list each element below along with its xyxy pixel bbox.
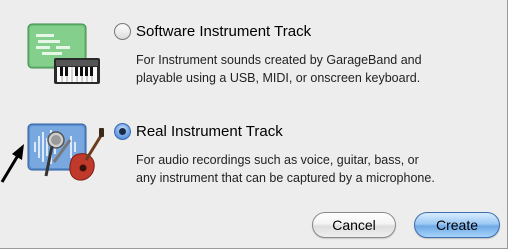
software-instrument-radio[interactable] <box>114 23 131 40</box>
software-instrument-option[interactable]: Software Instrument Track For Instrument… <box>0 14 508 104</box>
radio-selected-dot <box>119 128 126 135</box>
new-track-dialog: Software Instrument Track For Instrument… <box>0 0 508 249</box>
create-button[interactable]: Create <box>414 212 500 238</box>
software-instrument-description: For Instrument sounds created by GarageB… <box>136 51 504 87</box>
software-instrument-title: Software Instrument Track <box>136 23 312 40</box>
cancel-button[interactable]: Cancel <box>312 212 396 238</box>
real-instrument-description: For audio recordings such as voice, guit… <box>136 151 504 187</box>
real-instrument-radio[interactable] <box>114 123 131 140</box>
real-instrument-description-line: any instrument that can be captured by a… <box>136 171 435 185</box>
real-instrument-title: Real Instrument Track <box>136 123 283 140</box>
real-instrument-description-line: For audio recordings such as voice, guit… <box>136 153 419 167</box>
pointer-arrow-icon <box>0 138 26 188</box>
software-instrument-description-line: For Instrument sounds created by GarageB… <box>136 53 422 67</box>
keyboard-icon <box>26 20 106 90</box>
screenshot-stage: Software Instrument Track For Instrument… <box>0 0 508 249</box>
software-instrument-description-line: playable using a USB, MIDI, or onscreen … <box>136 71 421 85</box>
real-instrument-option[interactable]: Real Instrument Track For audio recordin… <box>0 114 508 204</box>
microphone-guitar-icon <box>26 120 106 190</box>
